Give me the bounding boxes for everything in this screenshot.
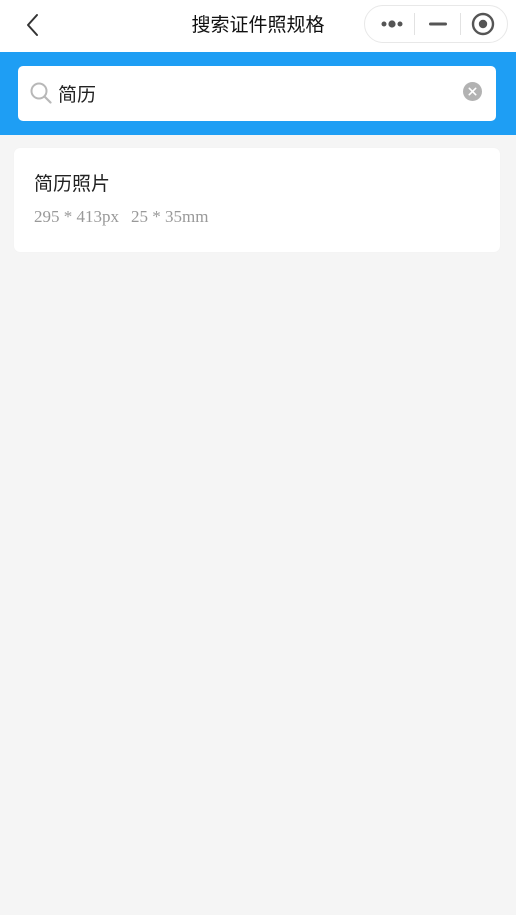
close-button[interactable] bbox=[461, 6, 507, 42]
clear-icon bbox=[463, 82, 482, 101]
navigation-bar: 搜索证件照规格 bbox=[0, 0, 516, 52]
minimize-button[interactable] bbox=[415, 6, 461, 42]
target-circle-icon bbox=[461, 12, 507, 46]
more-dots-icon bbox=[369, 20, 415, 46]
mini-program-capsule bbox=[364, 5, 508, 43]
result-title: 简历照片 bbox=[34, 173, 111, 195]
search-input[interactable] bbox=[58, 74, 448, 112]
minimize-icon bbox=[415, 22, 461, 46]
more-button[interactable] bbox=[369, 6, 415, 42]
result-pixel-size: 295 * 413px bbox=[34, 207, 119, 226]
result-spec: 295 * 413px 25 * 35mm bbox=[34, 206, 208, 228]
search-bar bbox=[0, 52, 516, 135]
search-box bbox=[18, 66, 496, 121]
chevron-left-icon bbox=[18, 10, 48, 40]
clear-button[interactable] bbox=[463, 82, 482, 101]
search-icon bbox=[30, 82, 52, 104]
back-button[interactable] bbox=[18, 10, 48, 40]
list-item[interactable]: 简历照片 295 * 413px 25 * 35mm bbox=[14, 148, 500, 252]
result-mm-size: 25 * 35mm bbox=[131, 207, 209, 226]
